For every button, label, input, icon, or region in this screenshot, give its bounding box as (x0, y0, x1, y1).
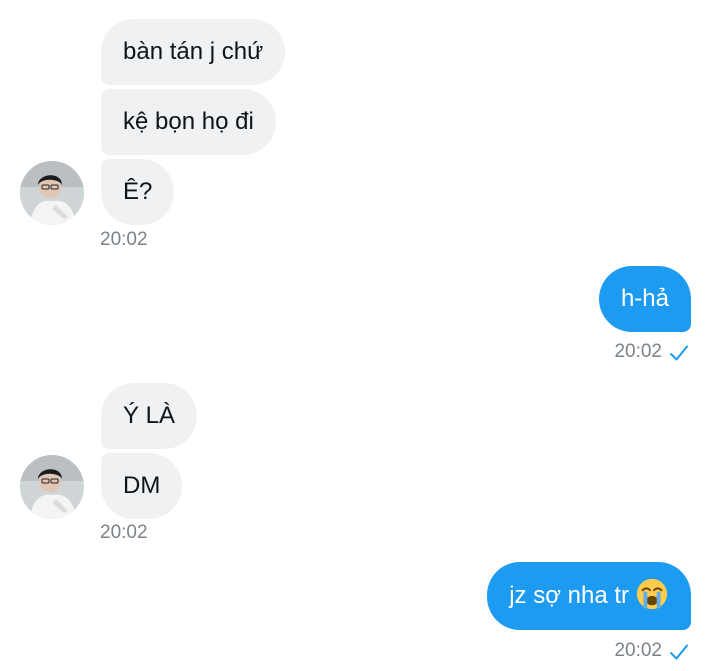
message-text: jz sợ nha tr (509, 582, 629, 609)
outgoing-message[interactable]: h-hả (598, 266, 691, 332)
message-timestamp: 20:02 (100, 229, 148, 250)
message-text: bàn tán j chứ (123, 38, 264, 65)
message-text: Ý LÀ (123, 402, 176, 429)
message-timestamp: 20:02 (100, 522, 148, 543)
incoming-message[interactable]: bàn tán j chứ (101, 19, 286, 85)
incoming-message[interactable]: Ý LÀ (101, 383, 198, 449)
incoming-message[interactable]: kệ bọn họ đi (101, 89, 276, 155)
avatar-image (20, 455, 84, 519)
incoming-message[interactable]: Ê? (101, 159, 175, 225)
checkmark-icon (670, 345, 688, 361)
message-text: Ê? (123, 178, 153, 205)
message-text: kệ bọn họ đi (123, 108, 254, 135)
checkmark-icon (670, 644, 688, 660)
contact-avatar[interactable] (20, 161, 84, 225)
message-timestamp: 20:02 (614, 640, 662, 661)
loudly-crying-face-emoji (636, 578, 668, 609)
contact-avatar[interactable] (20, 455, 84, 519)
avatar-image (20, 161, 84, 225)
outgoing-message[interactable]: jz sợ nha tr (487, 562, 691, 630)
message-timestamp: 20:02 (614, 341, 662, 362)
incoming-message[interactable]: DM (101, 453, 183, 519)
message-text: h-hả (620, 285, 669, 312)
message-text: DM (123, 472, 161, 499)
